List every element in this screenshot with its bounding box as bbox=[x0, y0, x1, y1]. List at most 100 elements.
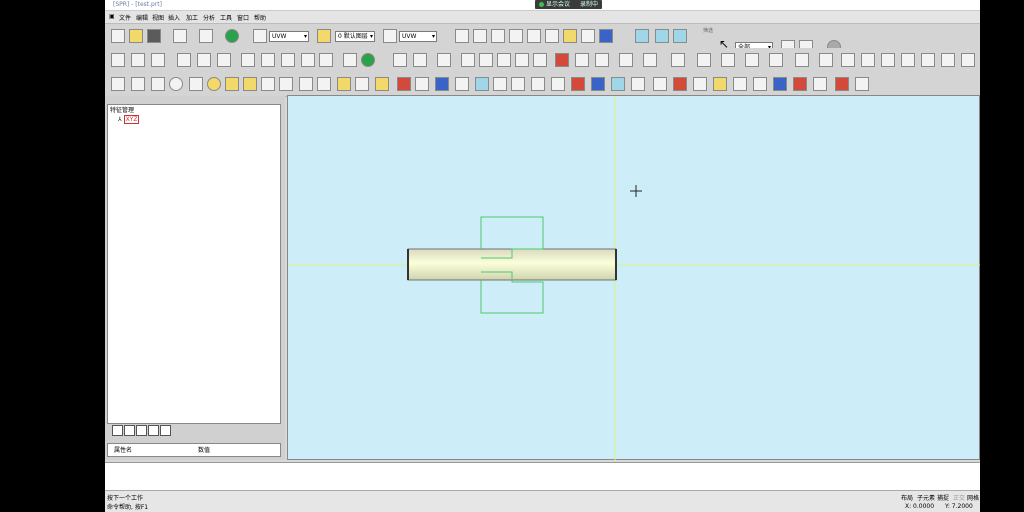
camera-icon[interactable] bbox=[733, 77, 747, 91]
boolean-icon[interactable] bbox=[745, 53, 759, 67]
measure-icon[interactable] bbox=[437, 53, 451, 67]
helix-icon[interactable] bbox=[243, 77, 257, 91]
print-preview-icon[interactable] bbox=[199, 29, 213, 43]
hole-icon[interactable] bbox=[721, 53, 735, 67]
animation-icon[interactable] bbox=[753, 77, 767, 91]
view-front-icon[interactable] bbox=[455, 29, 469, 43]
surface-mesh-icon[interactable] bbox=[511, 77, 525, 91]
curve-project-icon[interactable] bbox=[413, 53, 427, 67]
print-icon[interactable] bbox=[173, 29, 187, 43]
gear-icon[interactable] bbox=[841, 53, 855, 67]
text-icon[interactable] bbox=[343, 53, 357, 67]
hatch-icon[interactable] bbox=[197, 53, 211, 67]
import-icon[interactable] bbox=[793, 77, 807, 91]
zoom-view-icon[interactable] bbox=[673, 29, 687, 43]
constraint-icon[interactable] bbox=[217, 53, 231, 67]
work-plane-icon[interactable] bbox=[383, 29, 397, 43]
circle-icon[interactable] bbox=[169, 77, 183, 91]
tab-features-icon[interactable] bbox=[112, 425, 123, 436]
thread-icon[interactable] bbox=[861, 53, 875, 67]
plugin-icon[interactable] bbox=[855, 77, 869, 91]
menu-view[interactable]: 视图 bbox=[152, 13, 164, 22]
menu-analysis[interactable]: 分析 bbox=[203, 13, 215, 22]
surface-offset-icon[interactable] bbox=[455, 77, 469, 91]
menu-insert[interactable]: 插入 bbox=[168, 13, 180, 22]
chamfer-icon[interactable] bbox=[697, 53, 711, 67]
coordinate-dropdown[interactable]: UVW bbox=[399, 31, 437, 42]
rotate-view-icon[interactable] bbox=[635, 29, 649, 43]
surface-fill-icon[interactable] bbox=[493, 77, 507, 91]
script-icon[interactable] bbox=[835, 77, 849, 91]
menu-help[interactable]: 帮助 bbox=[254, 13, 266, 22]
export-icon[interactable] bbox=[773, 77, 787, 91]
spline-icon[interactable] bbox=[151, 77, 165, 91]
tab-layers-icon[interactable] bbox=[124, 425, 135, 436]
extrude-icon[interactable] bbox=[555, 53, 569, 67]
arc-icon[interactable] bbox=[189, 77, 203, 91]
app-menu-icon[interactable]: ▣ bbox=[109, 13, 115, 20]
mode-layout[interactable]: 布局 bbox=[901, 493, 913, 502]
pan-view-icon[interactable] bbox=[655, 29, 669, 43]
surface-plane-icon[interactable] bbox=[299, 77, 313, 91]
light-icon[interactable] bbox=[713, 77, 727, 91]
coordinate-system-icon[interactable] bbox=[253, 29, 267, 43]
view-plane-dropdown[interactable]: UVW bbox=[269, 31, 309, 42]
surface-analysis-icon[interactable] bbox=[571, 77, 585, 91]
command-line[interactable] bbox=[105, 462, 980, 491]
curvature-icon[interactable] bbox=[591, 77, 605, 91]
curve-offset-icon[interactable] bbox=[393, 53, 407, 67]
layer-dropdown[interactable]: 0 默认图层 bbox=[335, 31, 375, 42]
tolerance-icon[interactable] bbox=[653, 77, 667, 91]
surface-patch-icon[interactable] bbox=[531, 77, 545, 91]
surface-trim-icon[interactable] bbox=[415, 77, 429, 91]
open-folder-icon[interactable] bbox=[129, 29, 143, 43]
zebra-icon[interactable] bbox=[611, 77, 625, 91]
mirror-icon[interactable] bbox=[241, 53, 255, 67]
view-grid-icon[interactable] bbox=[599, 29, 613, 43]
shell-icon[interactable] bbox=[643, 53, 657, 67]
view-right-icon[interactable] bbox=[509, 29, 523, 43]
copy-icon[interactable] bbox=[301, 53, 315, 67]
tab-files-icon[interactable] bbox=[148, 425, 159, 436]
save-icon[interactable] bbox=[147, 29, 161, 43]
point-icon[interactable] bbox=[225, 77, 239, 91]
sphere-icon[interactable] bbox=[515, 53, 529, 67]
offset-face-icon[interactable] bbox=[819, 53, 833, 67]
render-icon[interactable] bbox=[673, 77, 687, 91]
recording-indicator[interactable]: 显示会议 录制中 bbox=[535, 0, 602, 9]
polyline-icon[interactable] bbox=[131, 77, 145, 91]
surface-revolve-icon[interactable] bbox=[337, 77, 351, 91]
layer-icon[interactable] bbox=[317, 29, 331, 43]
view-bottom-icon[interactable] bbox=[545, 29, 559, 43]
assembly-icon[interactable] bbox=[941, 53, 955, 67]
sheet-icon[interactable] bbox=[533, 53, 547, 67]
surface-loft-icon[interactable] bbox=[355, 77, 369, 91]
view-top-icon[interactable] bbox=[527, 29, 541, 43]
tab-views-icon[interactable] bbox=[136, 425, 147, 436]
menu-machining[interactable]: 加工 bbox=[186, 13, 198, 22]
box-icon[interactable] bbox=[461, 53, 475, 67]
mode-snap[interactable]: 捕捉 bbox=[937, 493, 949, 502]
surface-blend-icon[interactable] bbox=[397, 77, 411, 91]
move-icon[interactable] bbox=[281, 53, 295, 67]
surface-extrude-icon[interactable] bbox=[317, 77, 331, 91]
sketch-icon[interactable] bbox=[111, 53, 125, 67]
surface-split-icon[interactable] bbox=[551, 77, 565, 91]
cylinder-icon[interactable] bbox=[479, 53, 493, 67]
menu-tools[interactable]: 工具 bbox=[220, 13, 232, 22]
spring-icon[interactable] bbox=[881, 53, 895, 67]
mode-grid[interactable]: 网格 bbox=[967, 493, 979, 502]
new-file-icon[interactable] bbox=[111, 29, 125, 43]
3d-viewport[interactable] bbox=[287, 95, 980, 461]
line-icon[interactable] bbox=[111, 77, 125, 91]
loft-icon[interactable] bbox=[619, 53, 633, 67]
revolve-icon[interactable] bbox=[575, 53, 589, 67]
menu-file[interactable]: 文件 bbox=[119, 13, 131, 22]
view-iso-icon[interactable] bbox=[563, 29, 577, 43]
menu-edit[interactable]: 编辑 bbox=[136, 13, 148, 22]
menu-window[interactable]: 窗口 bbox=[237, 13, 249, 22]
view-left-icon[interactable] bbox=[491, 29, 505, 43]
surface-sweep-icon[interactable] bbox=[375, 77, 389, 91]
ellipse-icon[interactable] bbox=[207, 77, 221, 91]
tree-node-xyz[interactable]: ⅄ XYZ bbox=[118, 115, 140, 124]
